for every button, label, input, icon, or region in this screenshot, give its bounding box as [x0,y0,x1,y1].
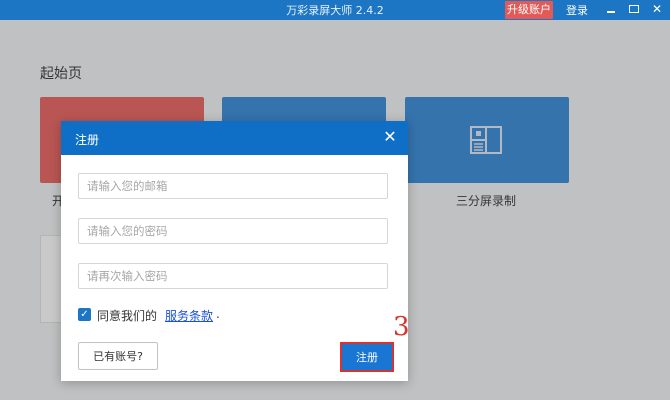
confirm-password-input[interactable] [78,263,388,289]
agree-label: 同意我们的 [97,309,158,323]
login-link[interactable]: 登录 [566,2,588,18]
minimize-icon[interactable] [604,2,618,16]
dialog-title: 注册 [75,133,100,147]
register-button[interactable]: 注册 [340,342,394,372]
dialog-close-icon[interactable]: ✕ [382,129,398,145]
register-dialog: 注册 ✕ ✓ 同意我们的 服务条款 . 已有账号? 注册 [61,121,408,381]
upgrade-account-button[interactable]: 升级账户 [505,1,553,19]
terms-link[interactable]: 服务条款 [165,307,213,324]
email-input[interactable] [78,173,388,199]
terms-period: . [216,307,220,321]
step-annotation-number: 3 [393,312,410,342]
maximize-icon[interactable] [627,2,641,16]
password-input[interactable] [78,218,388,244]
title-bar: 万彩录屏大师 2.4.2 升级账户 登录 ✕ [0,0,670,20]
has-account-button[interactable]: 已有账号? [78,342,158,370]
close-icon[interactable]: ✕ [650,2,664,16]
dialog-header: 注册 ✕ [61,121,408,155]
agree-checkbox[interactable]: ✓ [78,308,91,321]
